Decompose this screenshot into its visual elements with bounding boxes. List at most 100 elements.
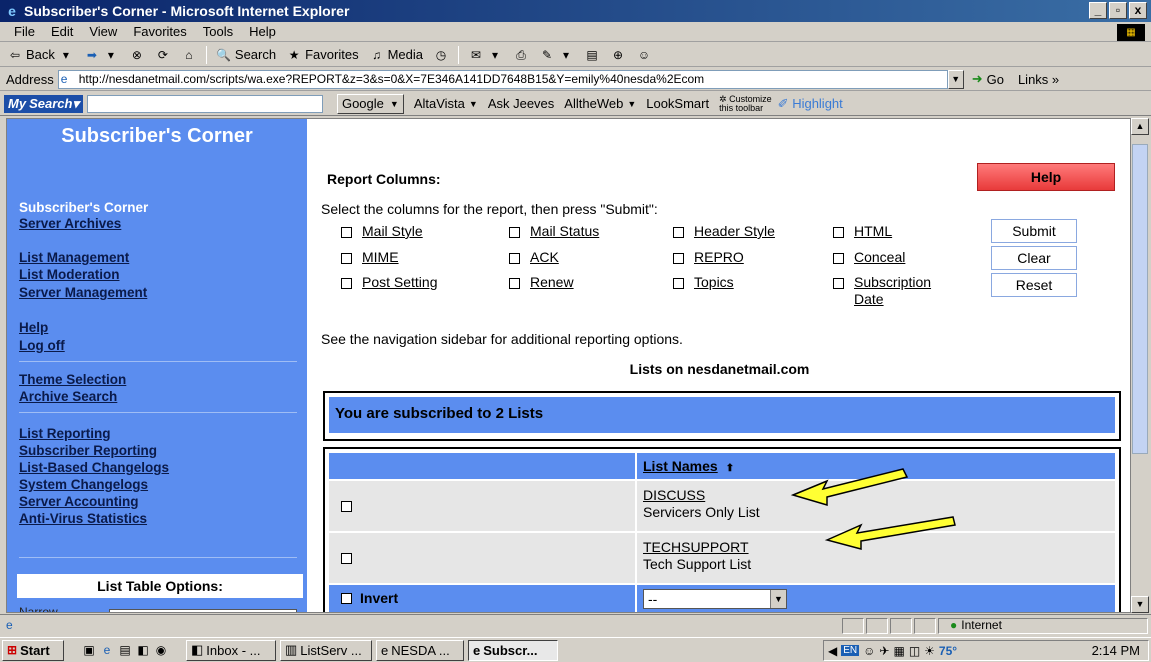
- forward-button[interactable]: ➡ ▾: [81, 47, 122, 63]
- submit-button[interactable]: Submit: [991, 219, 1077, 243]
- task-nesda[interactable]: e NESDA ...: [376, 639, 464, 661]
- close-button[interactable]: x: [1129, 2, 1147, 19]
- sidebar-item-log-off[interactable]: Log off: [19, 337, 65, 354]
- invert-checkbox[interactable]: [341, 593, 352, 604]
- list-name-link[interactable]: TECHSUPPORT: [643, 539, 1115, 556]
- menu-favorites[interactable]: Favorites: [125, 24, 194, 39]
- go-button[interactable]: ➜ Go: [972, 71, 1004, 87]
- print-button[interactable]: ⎙: [510, 47, 532, 63]
- task-inbox[interactable]: ◧ Inbox - ...: [186, 639, 276, 661]
- checkbox[interactable]: [509, 278, 520, 289]
- sidebar-item-theme-selection[interactable]: Theme Selection: [19, 371, 126, 388]
- option-post-setting[interactable]: Post Setting: [341, 274, 438, 291]
- option-mime[interactable]: MIME: [341, 249, 399, 266]
- favorites-button[interactable]: ★ Favorites: [283, 47, 361, 63]
- scroll-up-button[interactable]: ▲: [1131, 118, 1149, 135]
- task-subscribers-corner[interactable]: e Subscr...: [468, 639, 558, 661]
- engine-askjeeves[interactable]: Ask Jeeves: [488, 96, 554, 111]
- sidebar-item-server-management[interactable]: Server Management: [19, 284, 147, 301]
- home-button[interactable]: ⌂: [178, 47, 200, 63]
- tray-icon[interactable]: ✈: [879, 644, 889, 658]
- search-button[interactable]: 🔍 Search: [213, 47, 279, 63]
- vertical-scrollbar[interactable]: ▲ ▼: [1131, 118, 1149, 613]
- checkbox[interactable]: [673, 278, 684, 289]
- option-repro[interactable]: REPRO: [673, 249, 744, 266]
- menu-tools[interactable]: Tools: [195, 24, 241, 39]
- menu-view[interactable]: View: [81, 24, 125, 39]
- list-select-checkbox[interactable]: [341, 553, 352, 564]
- checkbox[interactable]: [833, 253, 844, 264]
- sidebar-item-list-reporting[interactable]: List Reporting: [19, 425, 111, 442]
- checkbox[interactable]: [509, 253, 520, 264]
- sidebar-item-server-accounting[interactable]: Server Accounting: [19, 493, 139, 510]
- sidebar-item-anti-virus-statistics[interactable]: Anti-Virus Statistics: [19, 510, 147, 527]
- narrow-select[interactable]: [109, 609, 297, 612]
- start-button[interactable]: ⊞ Start: [2, 639, 64, 661]
- checkbox[interactable]: [341, 253, 352, 264]
- menu-edit[interactable]: Edit: [43, 24, 81, 39]
- option-ack[interactable]: ACK: [509, 249, 559, 266]
- checkbox[interactable]: [833, 278, 844, 289]
- calendar-icon[interactable]: ◧: [134, 643, 152, 657]
- language-icon[interactable]: EN: [841, 645, 860, 656]
- tray-icon[interactable]: ▦: [893, 644, 904, 658]
- scroll-thumb[interactable]: [1132, 144, 1148, 454]
- links-button[interactable]: Links »: [1018, 72, 1059, 87]
- media-button[interactable]: ♫ Media: [366, 47, 426, 63]
- ie-quicklaunch-icon[interactable]: e: [98, 643, 116, 657]
- engine-alltheweb[interactable]: AlltheWeb: [564, 96, 623, 111]
- option-mail-style[interactable]: Mail Style: [341, 223, 423, 240]
- desktop-icon[interactable]: ▣: [80, 643, 98, 657]
- history-button[interactable]: ◷: [430, 47, 452, 63]
- weather-icon[interactable]: ☀: [924, 644, 935, 658]
- task-listserv[interactable]: ▥ ListServ ...: [280, 639, 372, 661]
- scroll-down-button[interactable]: ▼: [1131, 596, 1149, 613]
- minimize-button[interactable]: _: [1089, 2, 1107, 19]
- checkbox[interactable]: [673, 253, 684, 264]
- action-select[interactable]: -- ▼: [643, 589, 787, 609]
- menu-help[interactable]: Help: [241, 24, 284, 39]
- menu-file[interactable]: File: [6, 24, 43, 39]
- checkbox[interactable]: [833, 227, 844, 238]
- speaker-icon[interactable]: ◀: [828, 644, 837, 658]
- edit-button[interactable]: ✎ ▾: [536, 47, 577, 63]
- option-renew[interactable]: Renew: [509, 274, 574, 291]
- my-search-input[interactable]: [86, 94, 323, 113]
- back-button[interactable]: ⇦ Back ▾: [4, 47, 77, 63]
- list-name-link[interactable]: DISCUSS: [643, 487, 1115, 504]
- option-subscription-date[interactable]: Subscription Date: [833, 274, 963, 308]
- highlight-button[interactable]: ✐ Highlight: [778, 96, 843, 112]
- checkbox[interactable]: [341, 278, 352, 289]
- research-button[interactable]: ⊕: [607, 47, 629, 63]
- sidebar-item-help[interactable]: Help: [19, 319, 48, 336]
- option-topics[interactable]: Topics: [673, 274, 734, 291]
- customize-toolbar-button[interactable]: ✲ Customize this toolbar: [719, 94, 772, 113]
- checkbox[interactable]: [341, 227, 352, 238]
- search-engine-select[interactable]: Google ▼: [336, 93, 404, 114]
- option-mail-status[interactable]: Mail Status: [509, 223, 599, 240]
- checkbox[interactable]: [509, 227, 520, 238]
- address-dropdown-button[interactable]: ▼: [947, 69, 964, 89]
- maximize-button[interactable]: ▫: [1109, 2, 1127, 19]
- reset-button[interactable]: Reset: [991, 273, 1077, 297]
- option-html[interactable]: HTML: [833, 223, 892, 240]
- sidebar-item-list-moderation[interactable]: List Moderation: [19, 266, 120, 283]
- sidebar-item-list-management[interactable]: List Management: [19, 249, 129, 266]
- outlook-icon[interactable]: ▤: [116, 643, 134, 657]
- sidebar-item-list-based-changelogs[interactable]: List-Based Changelogs: [19, 459, 169, 476]
- list-names-column-header[interactable]: List Names ⬆: [637, 453, 1115, 479]
- option-header-style[interactable]: Header Style: [673, 223, 775, 240]
- checkbox[interactable]: [673, 227, 684, 238]
- sidebar-item-subscriber-reporting[interactable]: Subscriber Reporting: [19, 442, 157, 459]
- stop-button[interactable]: ⊗: [126, 47, 148, 63]
- engine-looksmart[interactable]: LookSmart: [646, 96, 709, 111]
- list-select-checkbox[interactable]: [341, 501, 352, 512]
- media-player-icon[interactable]: ◉: [152, 643, 170, 657]
- address-input[interactable]: e http://nesdanetmail.com/scripts/wa.exe…: [57, 69, 948, 89]
- tray-icon[interactable]: ☺: [863, 644, 875, 658]
- my-search-button[interactable]: My Search ▾: [4, 94, 83, 113]
- mail-button[interactable]: ✉ ▾: [465, 47, 506, 63]
- option-conceal[interactable]: Conceal: [833, 249, 905, 266]
- sidebar-item-archive-search[interactable]: Archive Search: [19, 388, 117, 405]
- refresh-button[interactable]: ⟳: [152, 47, 174, 63]
